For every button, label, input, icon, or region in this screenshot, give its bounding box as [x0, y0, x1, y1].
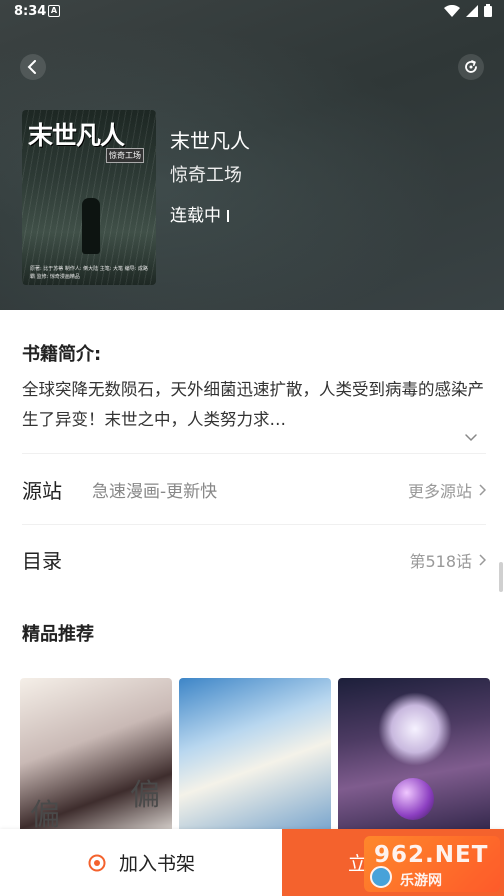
- book-status: 连载中: [170, 201, 229, 226]
- cover-title: 末世凡人: [28, 121, 125, 150]
- recommend-item[interactable]: [179, 678, 331, 838]
- toc-row[interactable]: 目录 第518话: [22, 525, 486, 595]
- wifi-icon: [444, 4, 460, 17]
- add-to-shelf-label: 加入书架: [118, 853, 195, 875]
- cover-credits: 原著: 比于苏蒂 制作人: 倒大陆 主笔: 大笔 编导: 成路霸 监修: 惊奇漫…: [30, 266, 148, 280]
- toc-label: 目录: [22, 549, 62, 573]
- battery-icon: [484, 4, 492, 17]
- refresh-button[interactable]: [458, 54, 484, 80]
- recommend-item[interactable]: 偏 偏: [20, 678, 172, 838]
- book-status-label: 连载中: [170, 206, 221, 226]
- status-icons: [444, 4, 492, 17]
- watermark-sub: 乐游网: [400, 873, 442, 889]
- recommend-item[interactable]: [338, 678, 490, 838]
- scrollbar[interactable]: [499, 562, 503, 592]
- add-to-shelf-button[interactable]: 加入书架: [0, 829, 282, 896]
- book-header: 8:34 A 末世凡人 惊奇工场 原著: 比于苏蒂 制作人: 倒大陆 主笔: 大…: [0, 0, 504, 310]
- book-cover[interactable]: 末世凡人 惊奇工场 原著: 比于苏蒂 制作人: 倒大陆 主笔: 大笔 编导: 成…: [22, 110, 156, 285]
- cover-subtitle: 惊奇工场: [106, 148, 144, 163]
- cover-text: 偏: [30, 798, 60, 833]
- latest-chapter-label: 第518话: [409, 552, 472, 571]
- intro-text: 全球突降无数陨石，天外细菌迅速扩散，人类受到病毒的感染产生了异变！末世之中，人类…: [22, 380, 484, 429]
- intro-heading: 书籍简介:: [22, 344, 102, 365]
- latest-chapter-link[interactable]: 第518话: [409, 548, 486, 572]
- chevron-left-icon: [27, 60, 36, 74]
- notification-icon: A: [48, 5, 60, 17]
- more-sources-label: 更多源站: [407, 482, 472, 501]
- source-row[interactable]: 源站 急速漫画-更新快 更多源站: [22, 455, 486, 525]
- chevron-right-icon: [479, 554, 486, 566]
- cover-figure: [82, 198, 100, 254]
- more-sources-link[interactable]: 更多源站: [408, 478, 486, 502]
- signal-icon: [466, 4, 478, 17]
- book-author: 惊奇工场: [170, 165, 242, 186]
- book-title: 末世凡人: [170, 129, 250, 153]
- expand-chevron-icon[interactable]: [464, 430, 478, 444]
- site-watermark: 962.NET 乐游网: [364, 836, 500, 892]
- status-divider: [227, 210, 229, 222]
- back-button[interactable]: [20, 54, 46, 80]
- source-label: 源站: [22, 479, 62, 503]
- watermark-logo-icon: [370, 866, 392, 888]
- cover-text: 偏: [130, 778, 160, 813]
- source-value: 急速漫画-更新快: [92, 482, 218, 502]
- status-bar: 8:34 A: [0, 0, 504, 24]
- chevron-right-icon: [479, 484, 486, 496]
- recommend-heading: 精品推荐: [22, 624, 94, 645]
- divider: [22, 453, 486, 454]
- watermark-main: 962.NET: [374, 842, 489, 868]
- recommend-list: 偏 偏: [20, 678, 490, 838]
- refresh-icon: [465, 60, 477, 73]
- bookshelf-add-icon: [88, 854, 106, 871]
- cover-orb: [392, 778, 434, 820]
- cover-moon: [378, 692, 452, 766]
- status-time: 8:34: [14, 4, 47, 19]
- book-detail-content: 书籍简介: 全球突降无数陨石，天外细菌迅速扩散，人类受到病毒的感染产生了异变！末…: [0, 310, 504, 896]
